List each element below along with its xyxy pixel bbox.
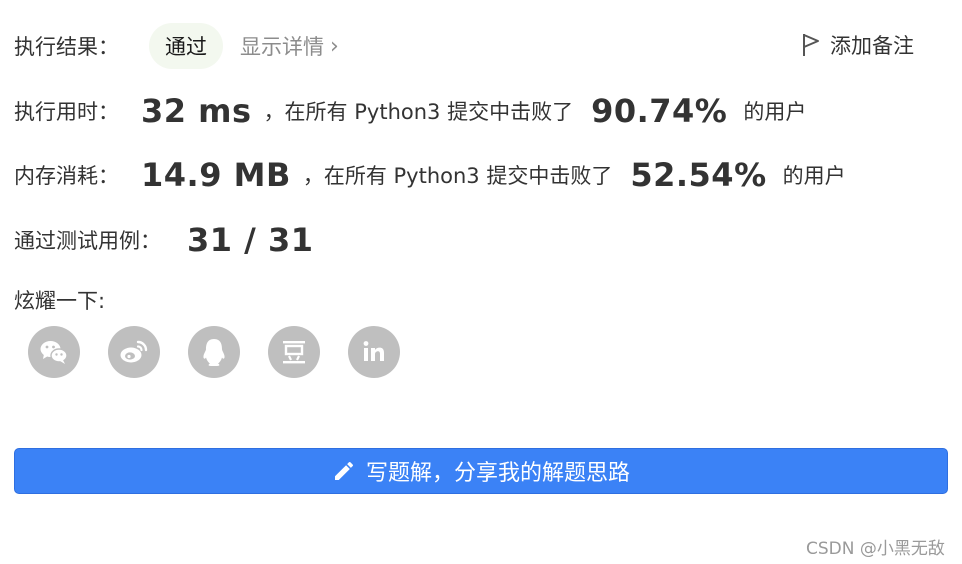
share-label: 炫耀一下: <box>14 289 106 313</box>
submission-result-panel: 执行结果： 通过 显示详情 › 添加备注 执行用时： 32 ms ，在所有 Py… <box>0 0 962 564</box>
watermark-text: CSDN @小黑无敌 <box>806 539 945 559</box>
status-badge[interactable]: 通过 <box>149 23 223 69</box>
memory-percent: 52.54% <box>630 156 767 194</box>
share-qq-button[interactable] <box>188 326 240 378</box>
flag-icon <box>803 34 819 56</box>
share-wechat-button[interactable] <box>28 326 80 378</box>
douban-icon <box>283 341 305 364</box>
pencil-icon <box>334 461 353 480</box>
share-row: 炫耀一下: <box>14 282 105 318</box>
runtime-row: 执行用时： 32 ms ，在所有 Python3 提交中击败了 90.74% 的… <box>14 88 806 134</box>
runtime-suffix: 的用户 <box>743 100 807 124</box>
runtime-percent: 90.74% <box>591 92 728 130</box>
share-icons <box>28 326 400 378</box>
result-row: 执行结果： 通过 显示详情 › <box>14 22 339 70</box>
linkedin-icon <box>363 341 384 361</box>
tests-row: 通过测试用例： 31 / 31 <box>14 217 314 263</box>
add-note-label: 添加备注 <box>830 34 914 58</box>
share-linkedin-button[interactable] <box>348 326 400 378</box>
memory-row: 内存消耗： 14.9 MB ，在所有 Python3 提交中击败了 52.54%… <box>14 152 846 198</box>
tests-value: 31 / 31 <box>187 221 314 259</box>
wechat-icon <box>40 341 68 364</box>
runtime-label: 执行用时： <box>14 100 119 124</box>
weibo-icon <box>120 340 148 363</box>
qq-icon <box>203 339 225 366</box>
runtime-value: 32 ms <box>141 92 252 130</box>
share-weibo-button[interactable] <box>108 326 160 378</box>
show-details-link[interactable]: 显示详情 › <box>240 31 339 61</box>
show-details-label: 显示详情 <box>240 35 324 59</box>
write-solution-label: 写题解，分享我的解题思路 <box>365 461 630 486</box>
write-solution-button[interactable]: 写题解，分享我的解题思路 <box>14 448 948 494</box>
memory-label: 内存消耗： <box>14 164 119 188</box>
result-label: 执行结果： <box>14 35 119 59</box>
memory-suffix: 的用户 <box>782 164 846 188</box>
runtime-text: ，在所有 Python3 提交中击败了 <box>263 100 574 124</box>
add-note-button[interactable]: 添加备注 <box>800 30 914 60</box>
memory-text: ，在所有 Python3 提交中击败了 <box>302 164 613 188</box>
share-douban-button[interactable] <box>268 326 320 378</box>
memory-value: 14.9 MB <box>141 156 291 194</box>
tests-label: 通过测试用例： <box>14 229 161 253</box>
chevron-right-icon: › <box>330 33 339 59</box>
